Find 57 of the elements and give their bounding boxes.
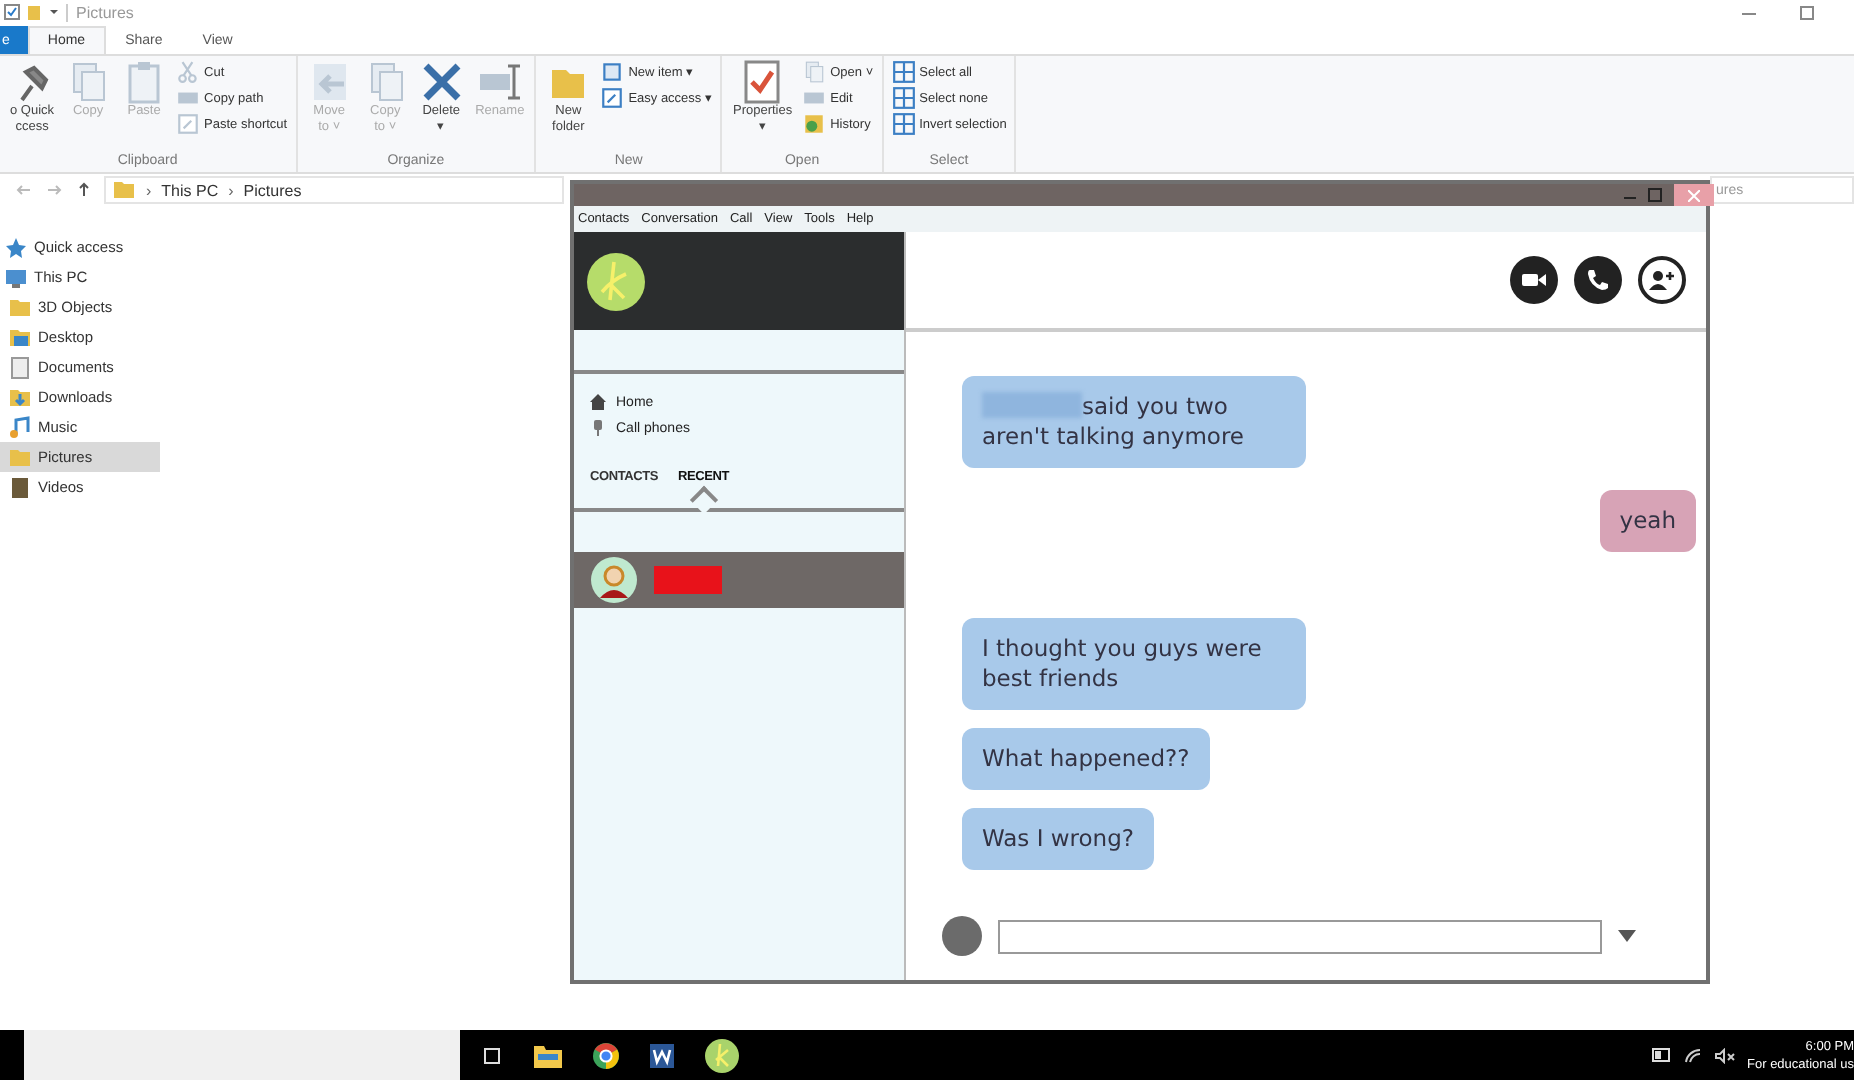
home-icon <box>590 394 606 410</box>
word-icon[interactable] <box>648 1041 676 1069</box>
folder-icon <box>8 295 32 319</box>
pin-icon <box>590 420 606 436</box>
battery-icon[interactable] <box>1651 1048 1672 1062</box>
task-view-icon[interactable] <box>480 1045 504 1065</box>
add-contact-button[interactable] <box>1638 256 1686 304</box>
music-note-icon <box>8 415 32 439</box>
grid-icon <box>891 112 916 136</box>
close-icon <box>1688 189 1700 201</box>
history-icon <box>802 112 827 136</box>
address-bar[interactable]: › This PC › Pictures <box>104 176 564 204</box>
avatar-icon <box>590 556 638 604</box>
document-icon <box>8 355 32 379</box>
film-icon <box>8 475 32 499</box>
muted-speaker-icon[interactable] <box>1713 1047 1736 1063</box>
checkmark-icon <box>740 60 785 104</box>
app-logo-icon[interactable] <box>704 1037 740 1073</box>
camera-icon <box>1520 270 1548 290</box>
square-icon <box>600 60 625 84</box>
wifi-icon[interactable] <box>1683 1047 1702 1063</box>
dropdown-icon[interactable] <box>48 6 60 18</box>
rename-icon <box>477 60 522 104</box>
maximize-icon[interactable] <box>1800 5 1814 19</box>
logo-icon <box>586 251 646 311</box>
recent-contact[interactable] <box>574 552 904 608</box>
folder-icon[interactable] <box>532 1041 564 1069</box>
window-title: Pictures <box>66 3 134 21</box>
pages-icon <box>802 60 827 84</box>
grid-icon <box>891 86 916 110</box>
folder-icon <box>112 178 136 202</box>
add-person-icon <box>1648 268 1676 292</box>
grid-icon <box>891 60 916 84</box>
folder-icon <box>8 325 32 349</box>
folder-icon <box>8 385 32 409</box>
video-call-button[interactable] <box>1510 256 1558 304</box>
shortcut-icon <box>600 86 625 110</box>
checkbox-icon[interactable] <box>4 4 20 20</box>
shortcut-icon <box>176 112 201 136</box>
phone-icon <box>1586 268 1610 292</box>
star-icon <box>4 235 28 259</box>
dropdown-icon[interactable] <box>1618 929 1636 943</box>
message-bubble: yeah <box>1599 490 1696 552</box>
up-arrow-icon[interactable] <box>76 182 92 198</box>
scissors-icon <box>176 60 201 84</box>
maximize-icon[interactable] <box>1648 188 1662 202</box>
delete-icon <box>419 60 464 104</box>
browser-icon[interactable] <box>592 1041 620 1069</box>
message-bubble: I thought you guys were best friends <box>962 618 1306 710</box>
message-bubble: Was I wrong? <box>962 808 1154 870</box>
message-input[interactable] <box>998 919 1602 953</box>
avatar-icon <box>942 916 982 956</box>
message-bubble: What happened?? <box>962 728 1210 790</box>
computer-icon <box>4 265 28 289</box>
call-button[interactable] <box>1574 256 1622 304</box>
folder-icon <box>8 445 32 469</box>
message-bubble: said you two aren't talking anymore <box>962 376 1306 468</box>
